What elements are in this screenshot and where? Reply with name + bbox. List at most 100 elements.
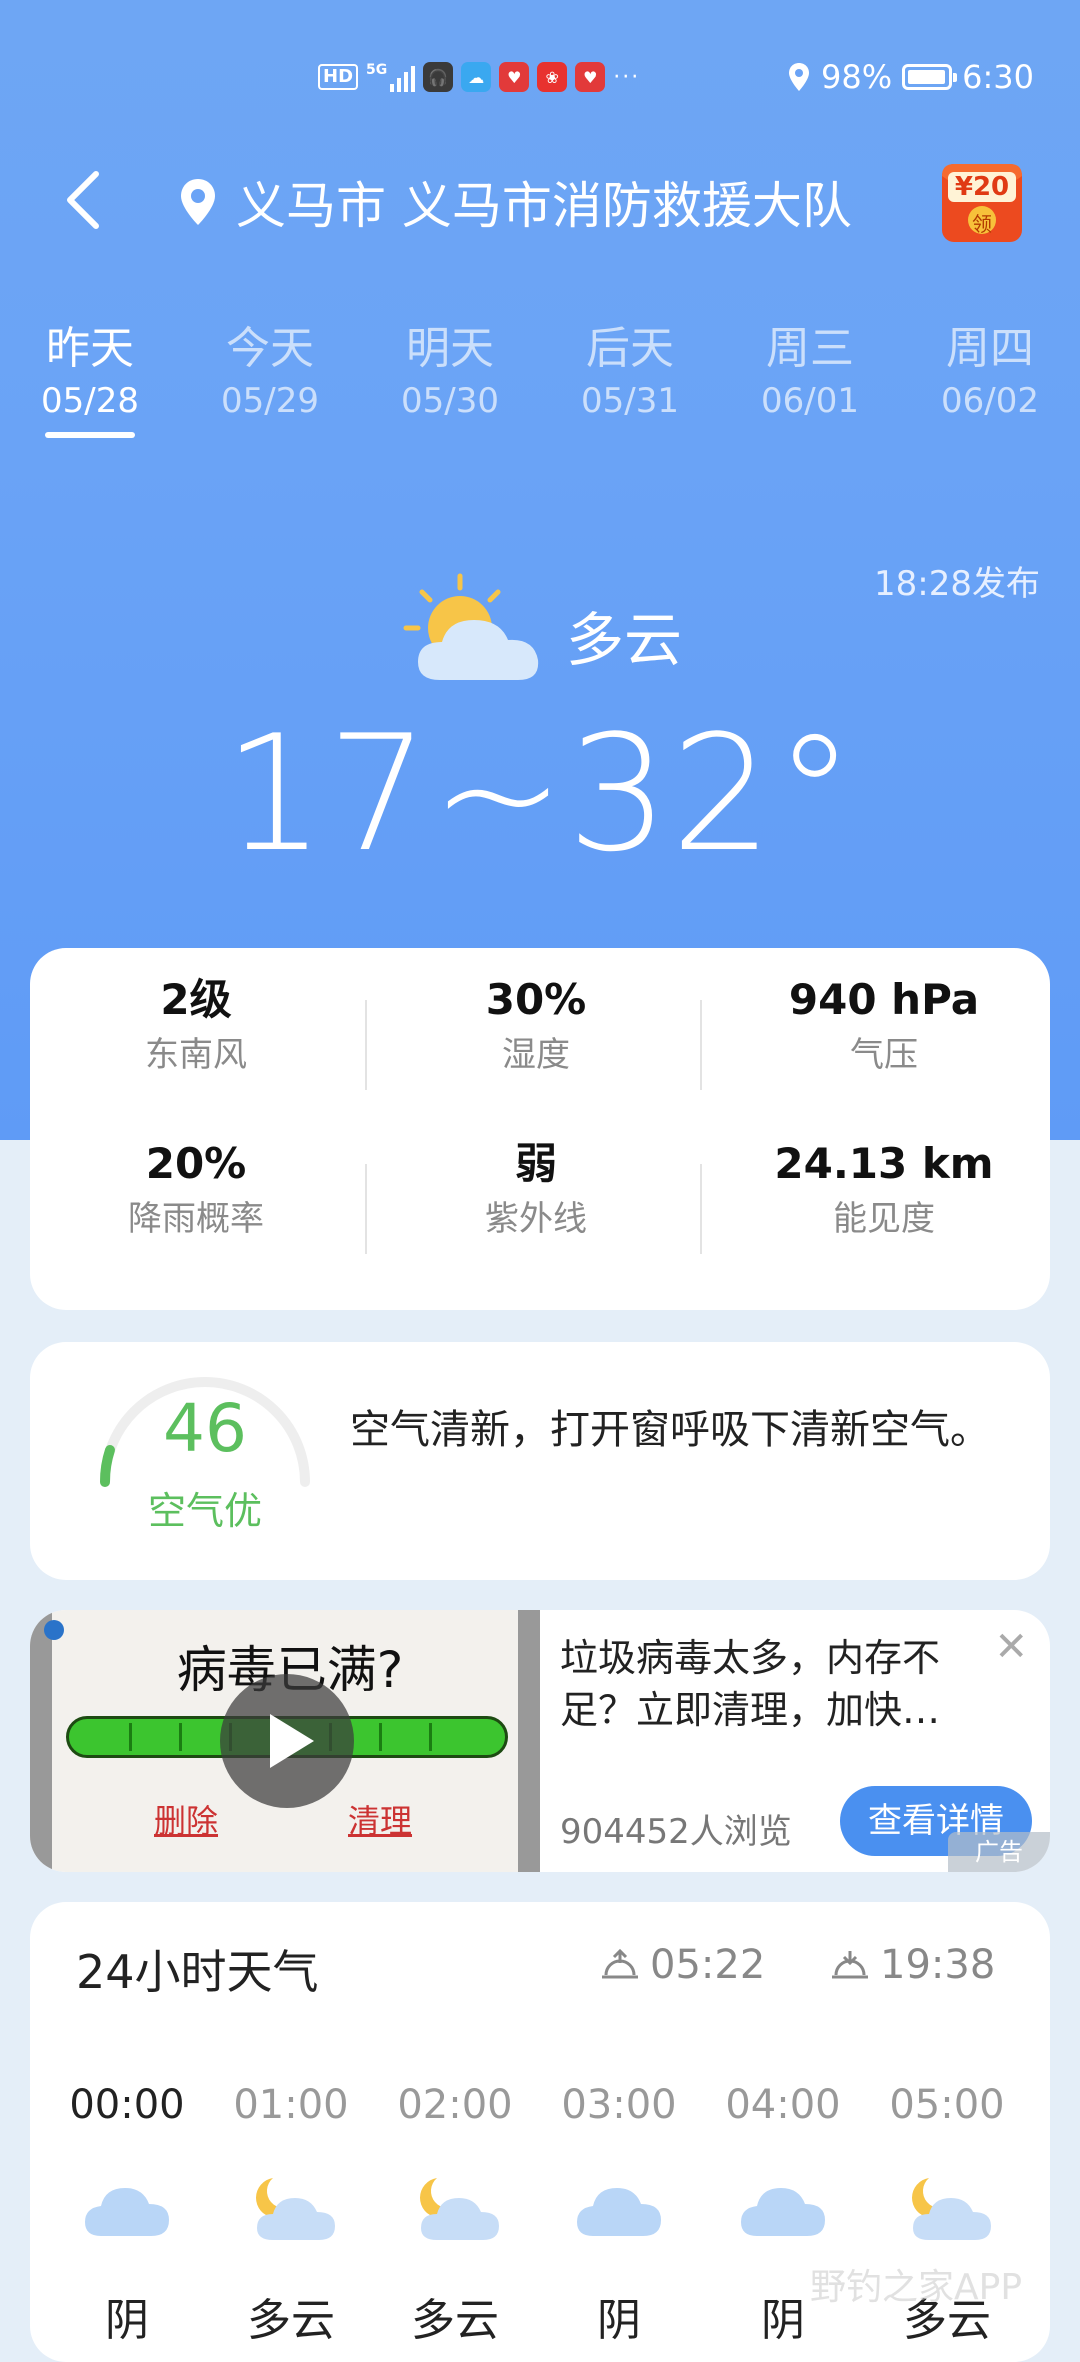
red-packet-amount: ¥20 <box>954 172 1010 202</box>
detail-value: 弱 <box>514 1139 557 1188</box>
day-tabs: 昨天 05/28 今天 05/29 明天 05/30 后天 05/31 周三 06/01 周四 06/… <box>0 320 1080 440</box>
day-name: 周三 <box>766 323 854 374</box>
shopping-app-icon: ♥ <box>499 62 530 92</box>
battery-fill <box>908 70 946 84</box>
ad-clean-link: 清理 <box>348 1802 413 1840</box>
partly-cloudy-night-icon <box>419 2178 499 2240</box>
day-name: 今天 <box>226 323 314 374</box>
detail-item: 弱紫外线 <box>366 1134 706 1244</box>
hour-condition: 多云 <box>411 2295 499 2346</box>
day-date: 06/02 <box>941 381 1039 421</box>
aqi-gauge: 46 空气优 <box>90 1362 320 1562</box>
hour-time: 03:00 <box>561 2082 677 2128</box>
detail-item: 2级东南风 <box>26 970 366 1080</box>
detail-label: 气压 <box>850 1035 918 1075</box>
clock: 6:30 <box>962 58 1034 96</box>
day-name: 周四 <box>946 323 1034 374</box>
detail-item: 30% 湿度 <box>366 970 706 1080</box>
top-nav: 义马市 义马市消防救援大队 ¥20 领 <box>0 150 1080 250</box>
network-label: 5G <box>366 62 388 78</box>
close-icon[interactable]: ✕ <box>994 1624 1028 1670</box>
condition-text: 多云 <box>566 606 683 674</box>
detail-value: 20% <box>145 1139 247 1188</box>
temperature-range: 17~32° <box>223 700 857 887</box>
sunrise-info: 05:22 <box>600 1942 765 1988</box>
hour-time: 04:00 <box>725 2082 841 2128</box>
day-date: 06/01 <box>761 381 859 421</box>
signal-group: 5G <box>366 62 416 92</box>
ad-views: 904452人浏览 <box>560 1812 792 1852</box>
headset-app-icon: 🎧 <box>423 62 454 92</box>
detail-value: 30% <box>485 975 587 1024</box>
weather-details-card: 2级 东南风 30% 湿度 940 hPa 气压 20% 降雨概率 弱紫外线 24.13 km 能见… <box>30 948 1050 1310</box>
thumbnail-edge <box>518 1610 540 1872</box>
play-icon[interactable] <box>220 1674 354 1808</box>
publish-time: 18:28发布 <box>874 564 1040 604</box>
sunrise-icon <box>602 1948 638 1979</box>
day-date: 05/31 <box>581 381 679 421</box>
detail-item: 24.13 km 能见度 <box>714 1134 1054 1244</box>
air-quality-card[interactable]: 46 空气优 空气清新，打开窗呼吸下清新空气。 <box>30 1342 1050 1580</box>
hour-item: 01:00 多云 <box>216 2080 366 2348</box>
signal-icon <box>390 62 416 92</box>
hour-time: 00:00 <box>69 2082 185 2128</box>
day-date: 05/29 <box>221 381 319 421</box>
cloud-app-icon: ☁ <box>461 62 492 92</box>
ad-video-thumbnail[interactable]: 病毒已满? 删除 清理 <box>30 1610 540 1872</box>
day-tab[interactable]: 周四 06/02 <box>915 320 1065 424</box>
status-right: 98% 6:30 <box>787 58 1034 96</box>
day-tab[interactable]: 后天 05/31 <box>555 320 705 424</box>
hour-icon <box>571 2170 667 2250</box>
sunset-time: 19:38 <box>880 1942 996 1988</box>
status-bar: HD 5G 🎧 ☁ ♥ ❀ ♥ ··· 98% 6:30 <box>0 50 1080 110</box>
location-selector[interactable]: 义马市 义马市消防救援大队 <box>178 166 852 238</box>
hour-time: 01:00 <box>233 2082 349 2128</box>
detail-value: 940 hPa <box>788 975 980 1024</box>
location-name: 义马市 义马市消防救援大队 <box>236 177 852 235</box>
sunrise-time: 05:22 <box>650 1942 766 1988</box>
ad-delete-link: 删除 <box>154 1802 219 1840</box>
detail-label: 湿度 <box>502 1035 570 1075</box>
aqi-value: 46 <box>163 1390 247 1467</box>
hour-condition: 阴 <box>597 2295 641 2346</box>
detail-item: 940 hPa 气压 <box>714 970 1054 1080</box>
detail-item: 20% 降雨概率 <box>26 1134 366 1244</box>
red-app-icon: ❀ <box>537 62 568 92</box>
day-name: 昨天 <box>46 323 134 374</box>
ad-badge: 广告 <box>948 1832 1050 1872</box>
sunset-icon <box>832 1951 868 1979</box>
thumbnail-edge <box>30 1610 52 1872</box>
hour-condition: 阴 <box>105 2295 149 2346</box>
hour-icon <box>79 2170 175 2250</box>
day-tab[interactable]: 明天 05/30 <box>375 320 525 424</box>
partly-cloudy-night-icon <box>911 2178 991 2240</box>
shopping-app-icon-2: ♥ <box>575 62 606 92</box>
hourly-title: 24小时天气 <box>76 1945 319 1999</box>
back-button[interactable] <box>58 168 108 232</box>
red-packet-button[interactable]: ¥20 领 <box>938 156 1026 246</box>
battery-icon <box>902 64 958 90</box>
hour-time: 02:00 <box>397 2082 513 2128</box>
day-name: 明天 <box>406 323 494 374</box>
day-tab[interactable]: 今天 05/29 <box>195 320 345 424</box>
detail-label: 紫外线 <box>485 1199 587 1239</box>
ad-card[interactable]: 病毒已满? 删除 清理 垃圾病毒太多，内存不足？立即清理，加快… ✕ 90445… <box>30 1610 1050 1872</box>
day-tab[interactable]: 周三 06/01 <box>735 320 885 424</box>
cloudy-icon <box>741 2188 825 2236</box>
aqi-description: 空气清新，打开窗呼吸下清新空气。 <box>350 1407 990 1453</box>
battery-percent: 98% <box>821 58 893 96</box>
more-notifications-icon: ··· <box>613 64 641 90</box>
detail-label: 东南风 <box>145 1035 247 1075</box>
detail-label: 降雨概率 <box>128 1199 264 1239</box>
partly-cloudy-icon <box>403 573 539 680</box>
aqi-level: 空气优 <box>147 1489 262 1533</box>
day-date: 05/28 <box>41 381 139 421</box>
cloudy-icon <box>577 2188 661 2236</box>
hour-icon <box>407 2170 503 2250</box>
day-date: 05/30 <box>401 381 499 421</box>
partly-cloudy-night-icon <box>255 2178 335 2240</box>
day-tab[interactable]: 昨天 05/28 <box>15 320 165 438</box>
detail-value: 2级 <box>160 975 232 1024</box>
detail-value: 24.13 km <box>774 1139 994 1188</box>
hour-icon <box>735 2170 831 2250</box>
